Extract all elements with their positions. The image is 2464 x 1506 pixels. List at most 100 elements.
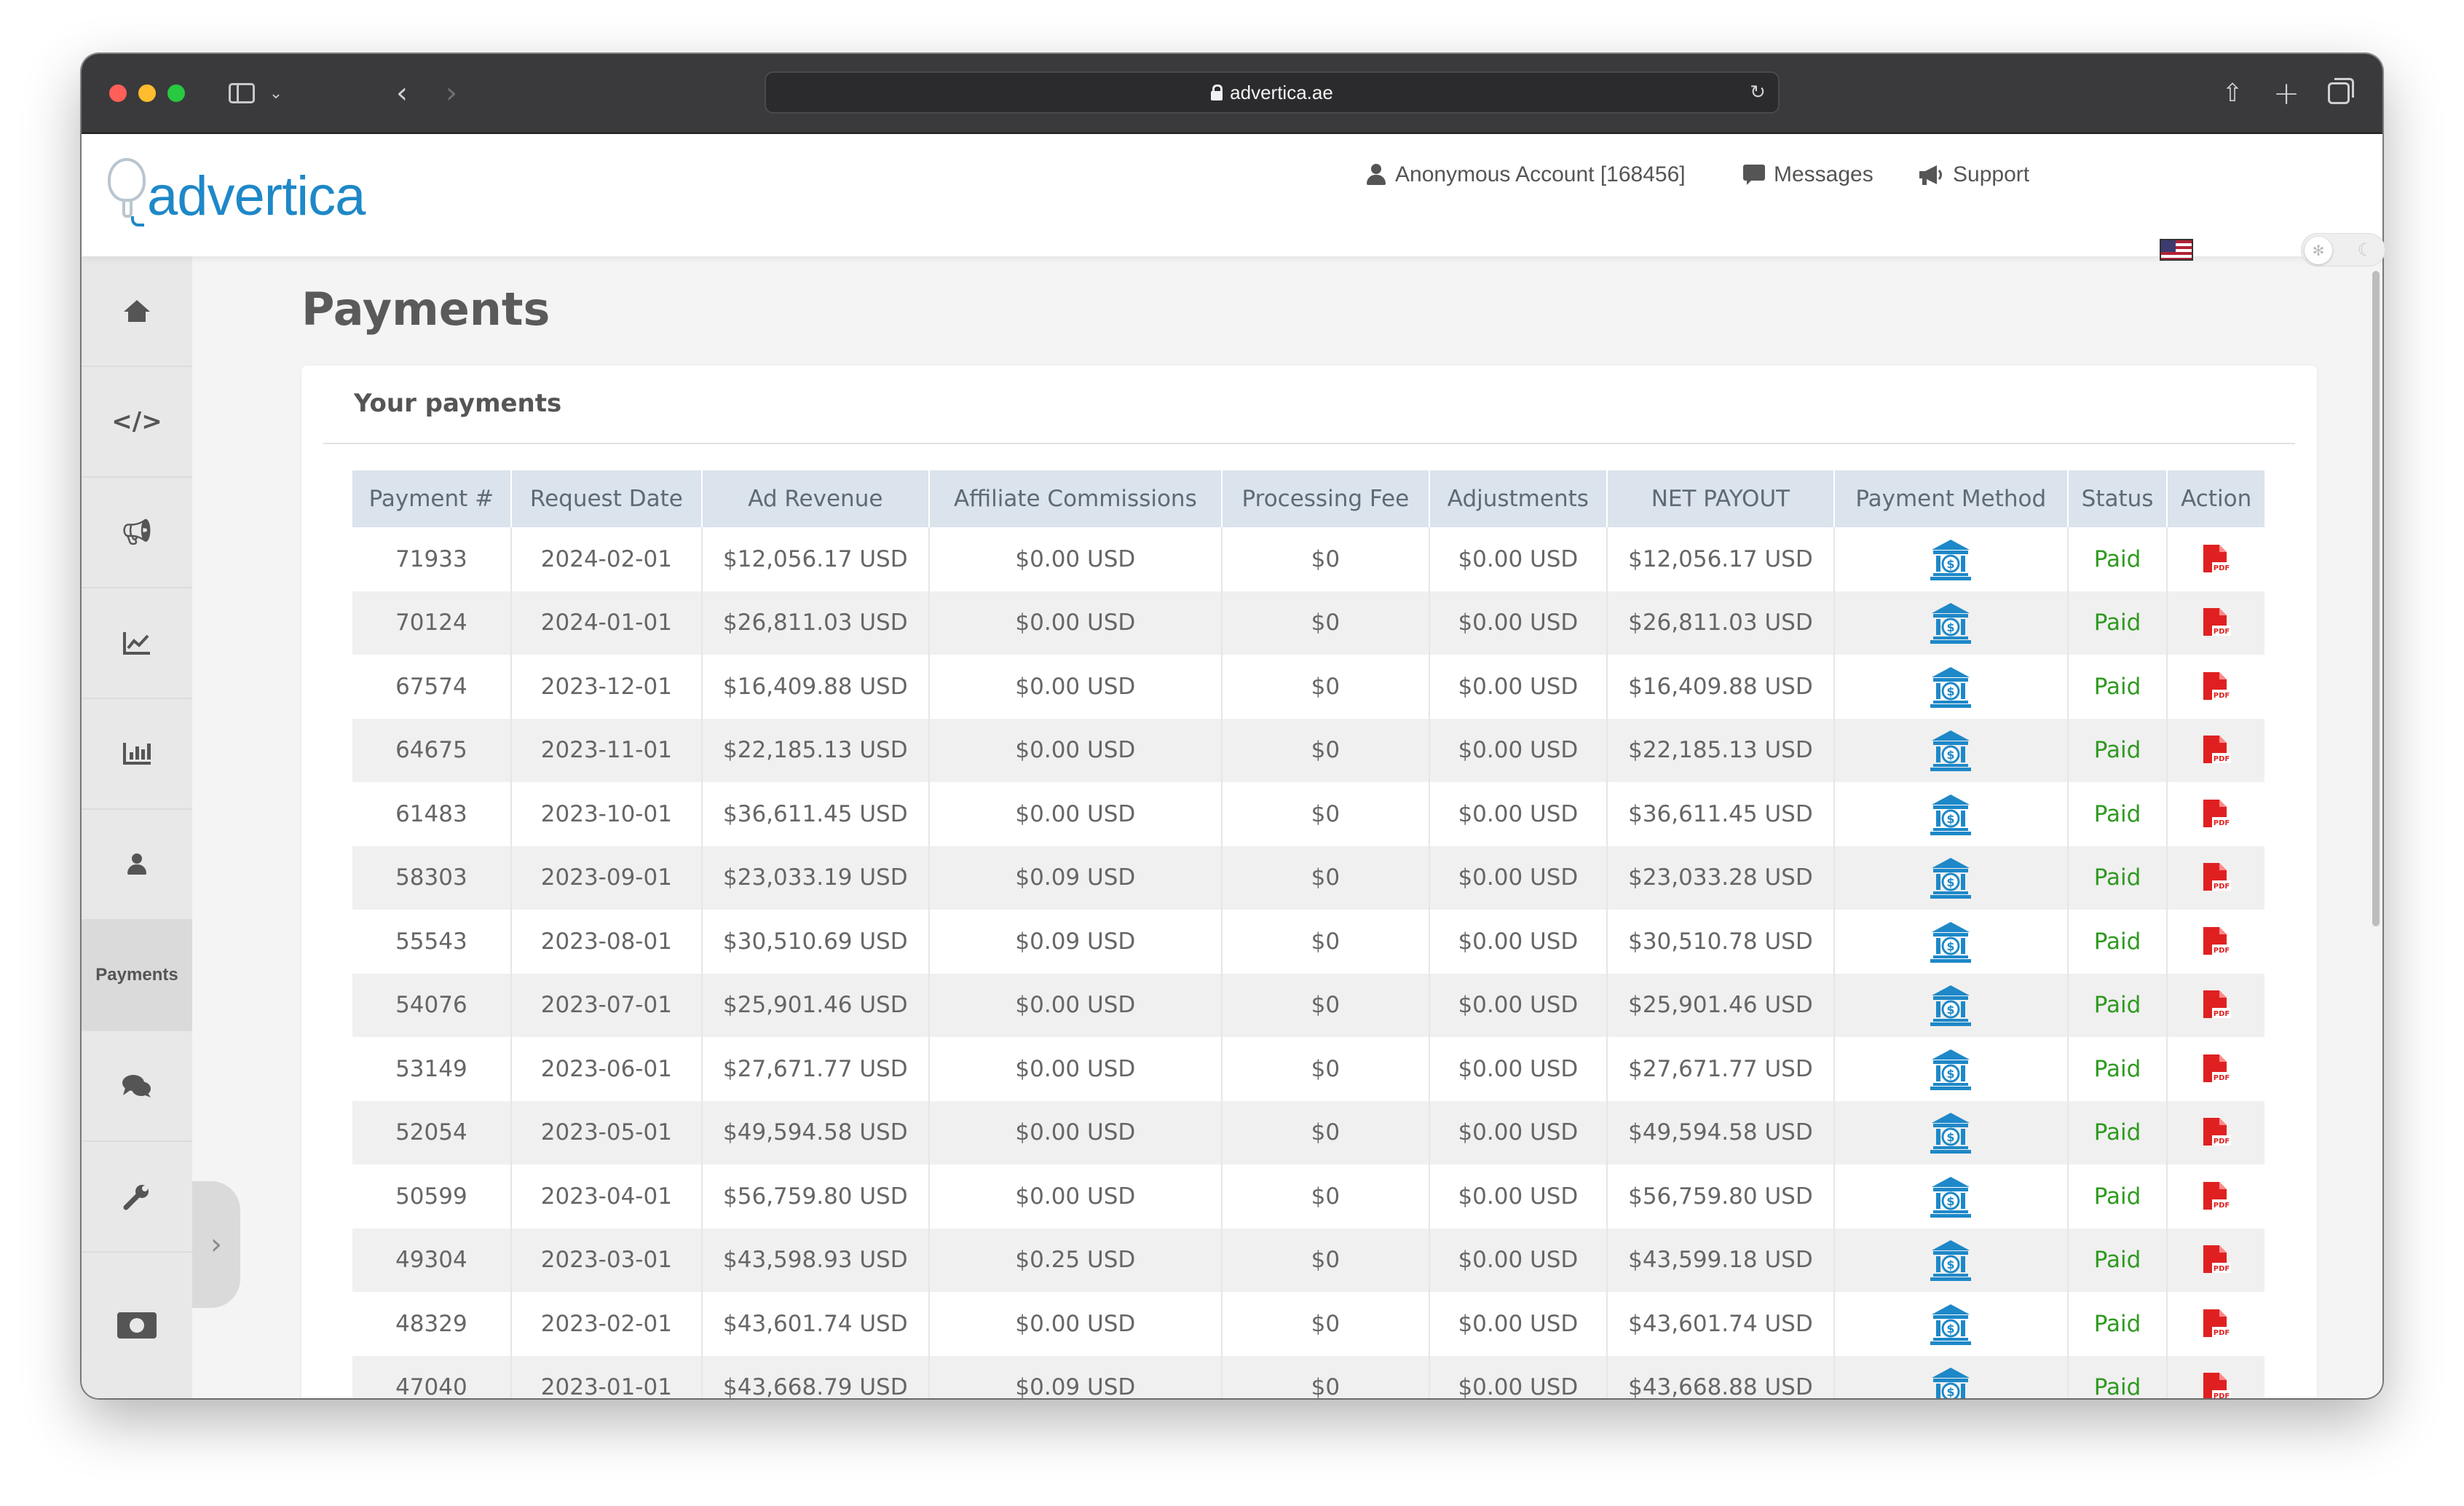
- table-row: 47040 2023-01-01 $43,668.79 USD $0.09 USD $0…: [352, 1355, 2264, 1398]
- forward-button[interactable]: ›: [437, 76, 466, 111]
- nav-statistics[interactable]: [82, 699, 192, 810]
- svg-text:PDF: PDF: [2213, 628, 2229, 636]
- table-cell: $49,594.58 USD: [701, 1100, 930, 1164]
- table-cell: 2023-07-01: [510, 973, 703, 1037]
- table-cell: 2023-08-01: [510, 910, 703, 974]
- bank-icon: $: [1930, 1176, 1972, 1218]
- table-cell: 52054: [352, 1100, 512, 1164]
- tab-overview-icon[interactable]: [2324, 76, 2354, 111]
- minimize-window-button[interactable]: [138, 84, 156, 102]
- pdf-icon[interactable]: PDF: [2202, 863, 2231, 891]
- address-bar[interactable]: advertica.ae ↻: [765, 71, 1780, 114]
- table-cell: $56,759.80 USD: [701, 1164, 930, 1229]
- close-window-button[interactable]: [109, 84, 127, 102]
- table-cell: $0.00 USD: [1429, 782, 1608, 846]
- svg-text:$: $: [1947, 620, 1955, 634]
- status-cell: Paid: [2067, 1100, 2168, 1164]
- money-icon: [117, 1312, 157, 1339]
- payment-method-cell: $: [1833, 655, 2069, 719]
- status-cell: Paid: [2067, 655, 2168, 719]
- logo-text: advertica: [147, 165, 366, 227]
- table-cell: $0: [1222, 1355, 1430, 1398]
- nav-profile[interactable]: [82, 810, 192, 920]
- table-cell: $0: [1222, 1164, 1430, 1229]
- table-row: 53149 2023-06-01 $27,671.77 USD $0.00 USD $0…: [352, 1037, 2264, 1101]
- action-cell: PDF: [2167, 1164, 2264, 1229]
- table-cell: $0.00 USD: [1429, 591, 1608, 655]
- table-cell: $0.00 USD: [928, 1100, 1223, 1164]
- us-flag-icon[interactable]: [2160, 239, 2193, 261]
- sidebar-expand-handle[interactable]: ›: [192, 1181, 240, 1308]
- table-cell: $22,185.13 USD: [1607, 718, 1835, 782]
- table-cell: 54076: [352, 973, 512, 1037]
- scrollbar-thumb[interactable]: [2372, 271, 2380, 926]
- svg-text:$: $: [1947, 1258, 1955, 1272]
- table-cell: 2023-12-01: [510, 655, 703, 719]
- svg-text:PDF: PDF: [2213, 947, 2229, 955]
- table-row: 71933 2024-02-01 $12,056.17 USD $0.00 USD $0…: [352, 527, 2264, 591]
- svg-text:PDF: PDF: [2213, 1138, 2229, 1146]
- payments-table: Payment # Request Date Ad Revenue Affiliate…: [352, 470, 2264, 1398]
- status-cell: Paid: [2067, 1292, 2168, 1356]
- new-tab-icon[interactable]: +: [2272, 75, 2301, 112]
- account-menu[interactable]: Anonymous Account [168456]: [1366, 153, 1686, 197]
- table-cell: $0: [1222, 655, 1430, 719]
- column-header: Status: [2067, 470, 2168, 527]
- site-logo[interactable]: advertica: [108, 154, 366, 234]
- support-link[interactable]: Support: [1918, 153, 2029, 197]
- reload-icon[interactable]: ↻: [1748, 82, 1768, 102]
- nav-tools[interactable]: [82, 1142, 192, 1253]
- status-cell: Paid: [2067, 527, 2168, 591]
- pdf-icon[interactable]: PDF: [2202, 1245, 2231, 1274]
- lock-icon: [1211, 84, 1223, 100]
- table-row: 67574 2023-12-01 $16,409.88 USD $0.00 USD $0…: [352, 655, 2264, 719]
- pdf-icon[interactable]: PDF: [2202, 1054, 2231, 1082]
- table-cell: 2023-03-01: [510, 1228, 703, 1292]
- pdf-icon[interactable]: PDF: [2202, 799, 2231, 827]
- table-cell: $0: [1222, 1292, 1430, 1356]
- table-body: 71933 2024-02-01 $12,056.17 USD $0.00 USD $0…: [352, 527, 2264, 1398]
- pdf-icon[interactable]: PDF: [2202, 736, 2231, 764]
- user-icon: [127, 853, 147, 875]
- svg-text:$: $: [1947, 812, 1955, 826]
- table-cell: 70124: [352, 591, 512, 655]
- pdf-icon[interactable]: PDF: [2202, 1118, 2231, 1146]
- nav-campaigns[interactable]: 📢︎: [82, 478, 192, 588]
- table-cell: 47040: [352, 1355, 512, 1398]
- pdf-icon[interactable]: PDF: [2202, 1181, 2231, 1210]
- pdf-icon[interactable]: PDF: [2202, 1309, 2231, 1337]
- nav-messages[interactable]: [82, 1031, 192, 1142]
- nav-payments-label: Payments: [95, 965, 178, 985]
- chevron-down-icon[interactable]: ⌄: [265, 76, 287, 111]
- action-cell: PDF: [2167, 527, 2264, 591]
- pdf-icon[interactable]: PDF: [2202, 544, 2231, 572]
- nav-earnings[interactable]: [82, 1253, 192, 1398]
- table-cell: $49,594.58 USD: [1607, 1100, 1835, 1164]
- share-icon[interactable]: ⇧: [2218, 76, 2247, 111]
- page-scrollbar[interactable]: [2369, 256, 2382, 1398]
- bank-icon: $: [1930, 794, 1972, 835]
- pdf-icon[interactable]: PDF: [2202, 990, 2231, 1019]
- pdf-icon[interactable]: PDF: [2202, 926, 2231, 955]
- action-cell: PDF: [2167, 1228, 2264, 1292]
- nav-home[interactable]: [82, 256, 192, 367]
- nav-code[interactable]: </>: [82, 367, 192, 478]
- table-cell: $43,668.88 USD: [1607, 1355, 1835, 1398]
- nav-payments[interactable]: Payments: [82, 920, 192, 1031]
- table-cell: $30,510.78 USD: [1607, 910, 1835, 974]
- sidebar-toggle-icon[interactable]: [223, 76, 261, 111]
- payment-method-cell: $: [1833, 845, 2069, 910]
- table-cell: $0.00 USD: [1429, 1100, 1608, 1164]
- theme-toggle[interactable]: ✻ ☾: [2301, 233, 2385, 267]
- nav-line-chart[interactable]: [82, 588, 192, 699]
- table-cell: $0.00 USD: [1429, 1228, 1608, 1292]
- pdf-icon[interactable]: PDF: [2202, 1373, 2231, 1398]
- back-button[interactable]: ‹: [387, 76, 416, 111]
- pdf-icon[interactable]: PDF: [2202, 671, 2231, 700]
- messages-link[interactable]: Messages: [1743, 153, 1873, 197]
- table-cell: 64675: [352, 718, 512, 782]
- pdf-icon[interactable]: PDF: [2202, 608, 2231, 636]
- payment-method-cell: $: [1833, 718, 2069, 782]
- zoom-window-button[interactable]: [167, 84, 185, 102]
- table-cell: $0: [1222, 1228, 1430, 1292]
